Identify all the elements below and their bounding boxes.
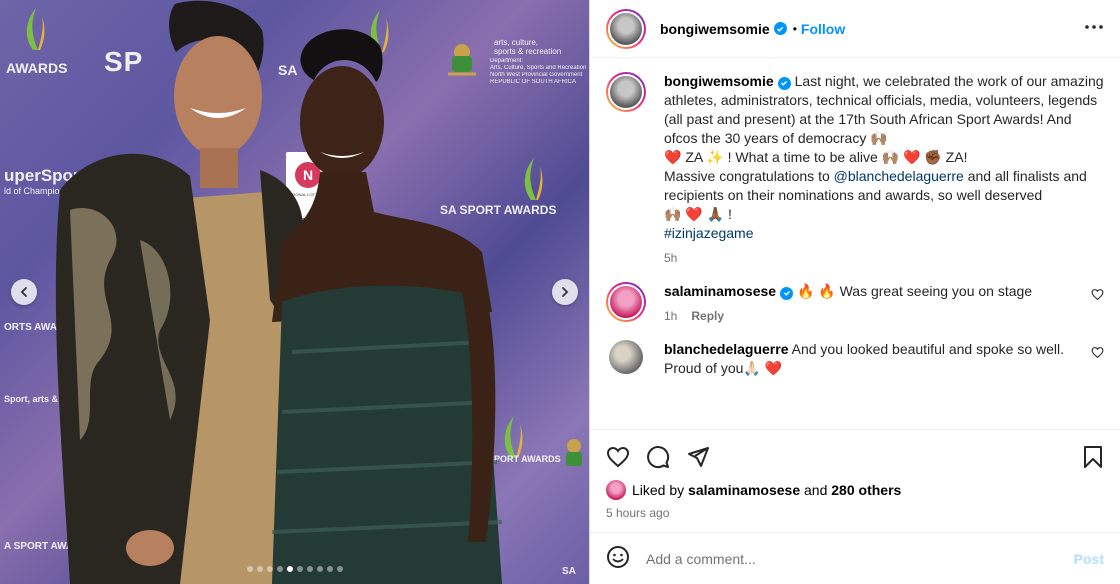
likes-prefix: Liked by xyxy=(632,482,689,498)
backdrop-sa-right-bottom: SA xyxy=(562,566,576,577)
caption-text-4: 🙌🏽 ❤️ 🙏🏾 ! xyxy=(664,206,732,222)
share-button[interactable] xyxy=(686,445,710,472)
comments-section: bongiwemsomie Last night, we celebrated … xyxy=(590,58,1120,429)
bookmark-icon xyxy=(1084,445,1102,468)
like-comment-button[interactable] xyxy=(1091,346,1104,378)
action-icons-bar xyxy=(606,438,1104,478)
heart-icon xyxy=(606,446,630,467)
post-media[interactable]: AWARDS SP SA arts, culture, sports & rec… xyxy=(0,0,589,584)
emoji-button[interactable] xyxy=(606,545,630,572)
instagram-post-view: AWARDS SP SA arts, culture, sports & rec… xyxy=(0,0,1120,584)
comment-username[interactable]: blanchedelaguerre xyxy=(664,341,789,357)
liker-username[interactable]: salaminamosese xyxy=(688,482,800,498)
caption-body: bongiwemsomie Last night, we celebrated … xyxy=(664,72,1104,268)
author-avatar[interactable] xyxy=(606,8,646,49)
comment-input[interactable] xyxy=(646,550,1058,567)
carousel-dot xyxy=(306,566,313,572)
caption-meta: 5h xyxy=(664,249,1104,268)
posted-time: 5 hours ago xyxy=(606,506,670,520)
likes-middle: and xyxy=(800,482,832,498)
comment-bubble-icon xyxy=(647,445,670,468)
add-comment-bar: Post xyxy=(590,532,1120,584)
carousel-dots xyxy=(246,566,343,572)
post-actions: Liked by salaminamosese and 280 others 5… xyxy=(590,429,1120,532)
person-right-photo xyxy=(271,29,503,584)
carousel-dot xyxy=(316,566,323,572)
emoji-smile-icon xyxy=(607,546,629,568)
author-username[interactable]: bongiwemsomie xyxy=(660,21,770,37)
post-comment-button[interactable]: Post xyxy=(1074,551,1104,567)
save-button[interactable] xyxy=(1082,445,1104,472)
comment-body: salaminamosese 🔥 🔥 Was great seeing you … xyxy=(664,282,1065,326)
caption-avatar[interactable] xyxy=(606,72,646,112)
like-comment-button[interactable] xyxy=(1091,288,1104,326)
post-header: bongiwemsomie • Follow xyxy=(590,0,1120,58)
comment-text: 🔥 🔥 Was great seeing you on stage xyxy=(796,283,1033,299)
likes-text: Liked by salaminamosese and 280 others xyxy=(632,482,901,498)
carousel-next-button[interactable] xyxy=(552,279,578,305)
caption-time: 5h xyxy=(664,251,678,265)
verified-badge-icon xyxy=(780,286,794,300)
carousel-dot xyxy=(276,566,283,572)
comment-body: blanchedelaguerre And you looked beautif… xyxy=(664,340,1065,378)
comment-row: salaminamosese 🔥 🔥 Was great seeing you … xyxy=(606,282,1104,326)
heart-outline-icon xyxy=(1091,347,1104,359)
follow-button[interactable]: Follow xyxy=(801,21,845,37)
comment-username[interactable]: salaminamosese xyxy=(664,283,776,299)
reply-button[interactable]: Reply xyxy=(691,309,724,323)
carousel-dot xyxy=(326,566,333,572)
verified-badge-icon xyxy=(773,22,787,35)
heart-outline-icon xyxy=(1091,289,1104,301)
post-details-panel: bongiwemsomie • Follow bongiwemsomie Las… xyxy=(589,0,1120,584)
carousel-dot xyxy=(336,566,343,572)
coat-of-arms-icon-2 xyxy=(566,439,582,466)
more-horizontal-icon xyxy=(1085,25,1103,29)
caption-text-3a: Massive congratulations to xyxy=(664,168,834,184)
like-button[interactable] xyxy=(606,445,630,472)
comment-avatar-salaminamosese[interactable] xyxy=(606,282,646,322)
caption-row: bongiwemsomie Last night, we celebrated … xyxy=(606,72,1104,268)
paper-plane-icon xyxy=(688,446,709,467)
comment-button[interactable] xyxy=(646,445,670,472)
carousel-dot xyxy=(256,566,263,572)
comment-time: 1h xyxy=(664,309,678,323)
carousel-dot xyxy=(266,566,273,572)
more-options-button[interactable] xyxy=(1084,17,1104,40)
likes-others-link[interactable]: 280 others xyxy=(831,482,901,498)
comment-meta: 1h Reply xyxy=(664,307,1065,326)
caption-mention-link[interactable]: @blanchedelaguerre xyxy=(834,168,964,184)
liker-avatar[interactable] xyxy=(606,480,626,500)
comment-row: blanchedelaguerre And you looked beautif… xyxy=(606,340,1104,378)
caption-text-2: ❤️ ZA ✨ ! What a time to be alive 🙌🏽 ❤️ … xyxy=(664,149,968,165)
verified-badge-icon xyxy=(777,76,791,90)
carousel-dot xyxy=(296,566,303,572)
carousel-dot xyxy=(286,566,293,572)
chevron-left-icon xyxy=(20,287,27,297)
caption-hashtag-link[interactable]: #izinjazegame xyxy=(664,225,754,241)
likes-summary: Liked by salaminamosese and 280 others xyxy=(606,480,1104,500)
carousel-dot xyxy=(246,566,253,572)
header-separator: • xyxy=(792,21,797,36)
chevron-right-icon xyxy=(562,287,569,297)
carousel-prev-button[interactable] xyxy=(11,279,37,305)
caption-username[interactable]: bongiwemsomie xyxy=(664,73,774,89)
comment-avatar-blanchedelaguerre[interactable] xyxy=(609,340,643,374)
